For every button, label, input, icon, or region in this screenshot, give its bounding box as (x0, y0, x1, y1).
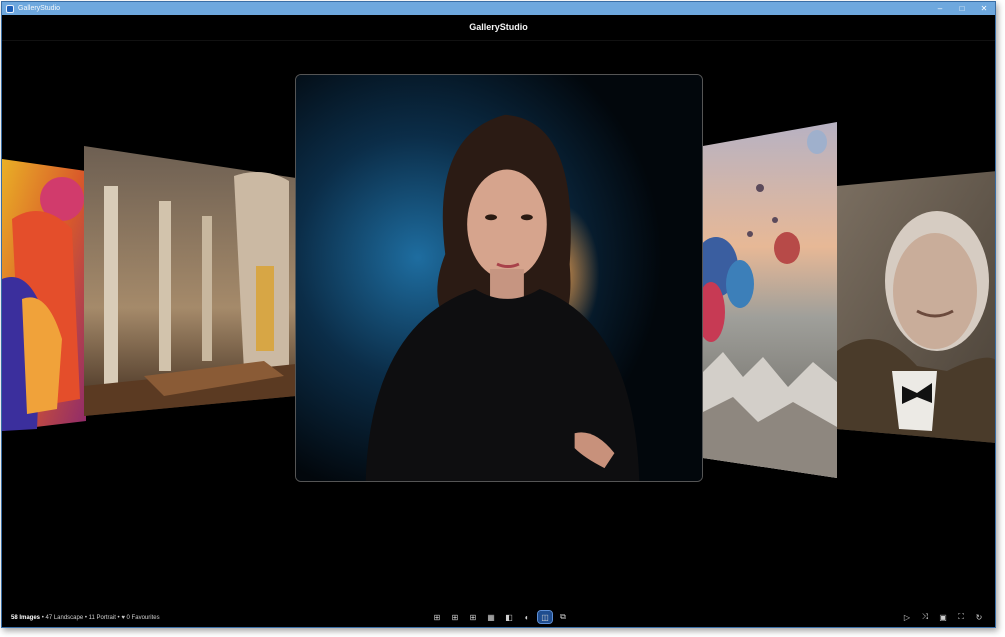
separator: • (41, 615, 44, 621)
playback-toolbar: ▷ ⤨ ▣ ⛶ ↻ (901, 611, 985, 623)
landscape-count: 47 Landscape (45, 615, 84, 621)
circle-view-icon[interactable]: ◐ (520, 611, 534, 623)
status-summary: 58 Images • 47 Landscape • 11 Portrait •… (11, 615, 160, 621)
window-controls: – □ ✕ (929, 2, 995, 15)
colorful-fashion-photo[interactable] (2, 159, 86, 431)
image-icon[interactable]: ▣ (937, 611, 949, 623)
grid-large-icon[interactable]: ⊞ (466, 611, 480, 623)
elderly-man-portrait-photo[interactable] (837, 171, 996, 443)
mosaic-icon[interactable]: ▦ (484, 611, 498, 623)
app-window: GalleryStudio – □ ✕ GalleryStudio 58 Ima… (1, 1, 996, 628)
single-view-icon[interactable]: ◧ (502, 611, 516, 623)
grid-medium-icon[interactable]: ⊞ (448, 611, 462, 623)
refresh-icon[interactable]: ↻ (973, 611, 985, 623)
view-mode-toolbar: ⊞ ⊞ ⊞ ▦ ◧ ◐ ◫ ⧉ (430, 610, 570, 624)
title-bar[interactable]: GalleryStudio – □ ✕ (2, 2, 995, 15)
shuffle-icon[interactable]: ⤨ (919, 611, 931, 623)
hot-air-balloons-photo[interactable] (703, 122, 837, 478)
maximize-button[interactable]: □ (951, 2, 973, 15)
favourites-count: ♥ 0 Favourites (121, 615, 160, 621)
fullscreen-icon[interactable]: ⛶ (955, 611, 967, 623)
image-count: 58 Images (11, 615, 41, 621)
app-icon (6, 4, 14, 13)
window-title: GalleryStudio (18, 5, 61, 12)
stack-view-icon[interactable]: ⧉ (556, 611, 570, 623)
separator: • (117, 615, 120, 621)
carousel-view-icon[interactable]: ◫ (537, 610, 553, 624)
minimize-button[interactable]: – (929, 2, 951, 15)
play-icon[interactable]: ▷ (901, 611, 913, 623)
separator: • (84, 615, 87, 621)
portrait-count: 11 Portrait (88, 615, 116, 621)
cathedral-interior-photo[interactable] (84, 146, 296, 416)
grid-small-icon[interactable]: ⊞ (430, 611, 444, 623)
carousel (2, 16, 995, 603)
close-button[interactable]: ✕ (973, 2, 995, 15)
woman-portrait-photo[interactable] (295, 74, 703, 482)
